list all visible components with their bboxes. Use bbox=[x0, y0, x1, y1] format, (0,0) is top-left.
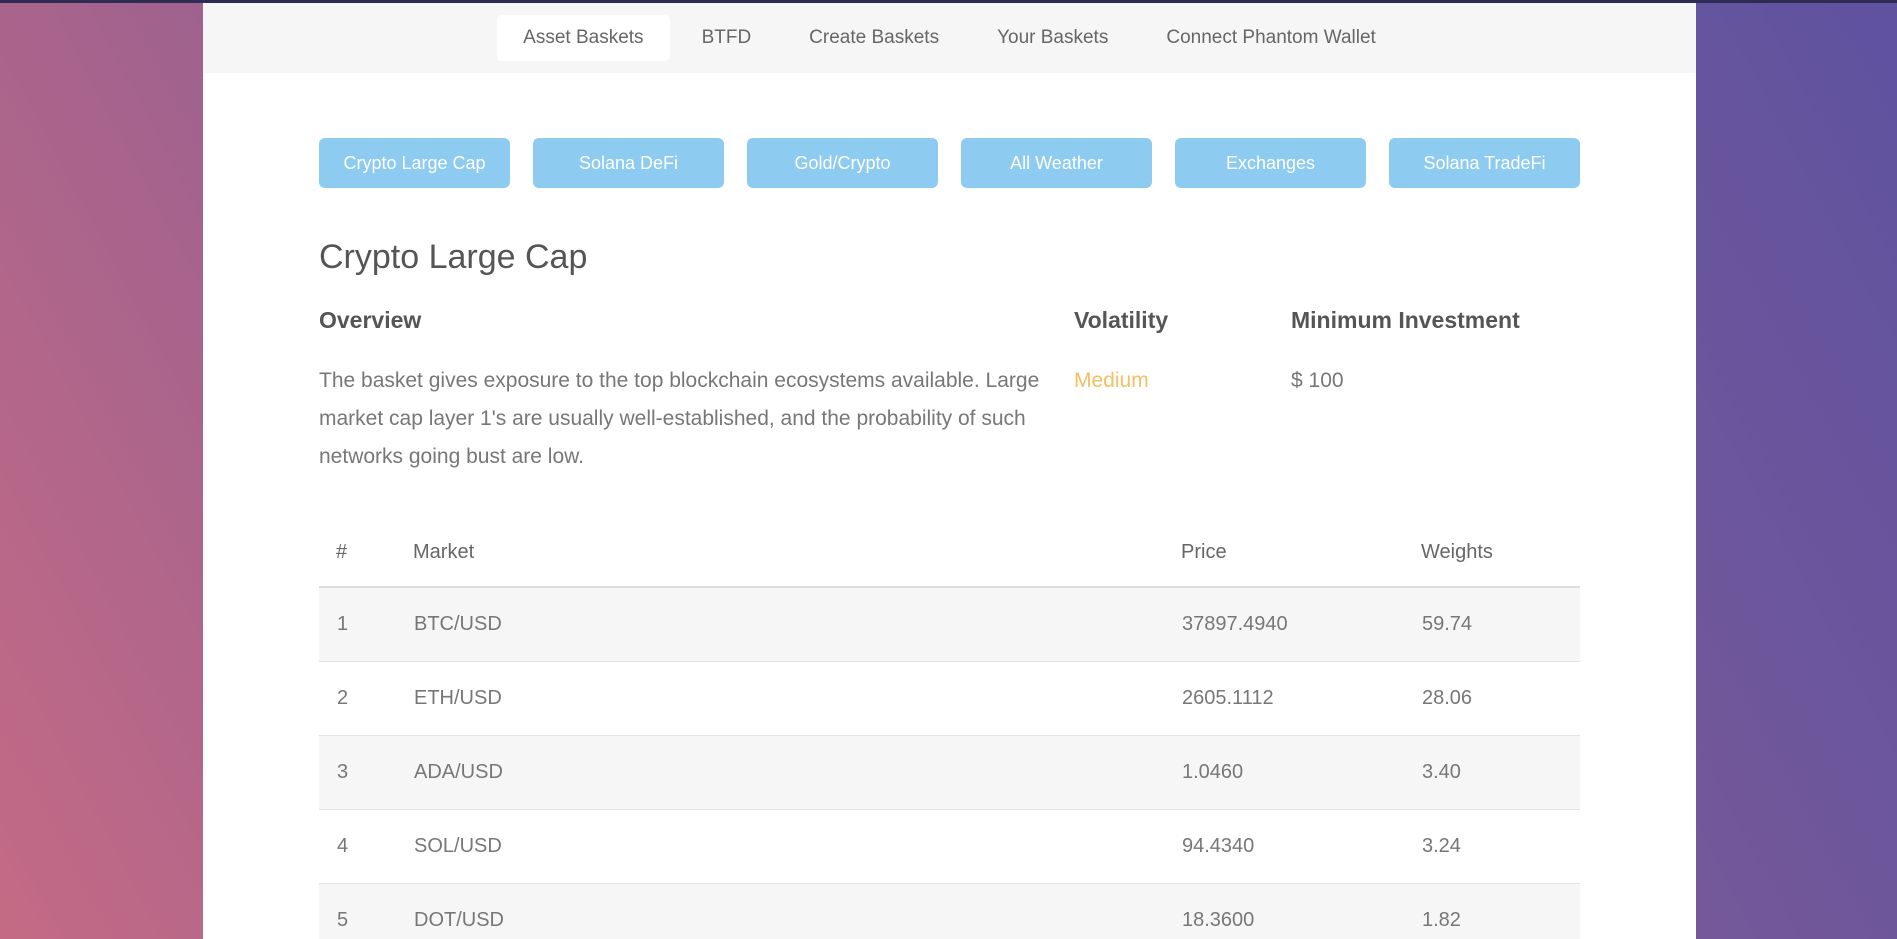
row-weight: 1.82 bbox=[1404, 883, 1580, 939]
row-number: 1 bbox=[319, 587, 396, 662]
row-weight: 28.06 bbox=[1404, 661, 1580, 736]
min-investment-value: $ 100 bbox=[1291, 369, 1344, 392]
header-weights: Weights bbox=[1404, 518, 1580, 588]
row-price: 18.3600 bbox=[1164, 883, 1404, 939]
table-header-row: # Market Price Weights bbox=[319, 518, 1580, 588]
row-weight: 59.74 bbox=[1404, 587, 1580, 662]
row-number: 2 bbox=[319, 661, 396, 736]
min-investment-section: Minimum Investment $ 100 bbox=[1291, 307, 1580, 400]
row-market: DOT/USD bbox=[396, 883, 1164, 939]
basket-button-gold-crypto[interactable]: Gold/Crypto bbox=[747, 138, 938, 188]
markets-table: # Market Price Weights 1 BTC/USD 37897.4… bbox=[319, 518, 1580, 939]
basket-button-exchanges[interactable]: Exchanges bbox=[1175, 138, 1366, 188]
table-row: 3 ADA/USD 1.0460 3.40 bbox=[319, 735, 1580, 810]
nav-create-baskets[interactable]: Create Baskets bbox=[783, 15, 965, 61]
nav-connect-phantom-wallet[interactable]: Connect Phantom Wallet bbox=[1140, 15, 1401, 61]
table-row: 4 SOL/USD 94.4340 3.24 bbox=[319, 809, 1580, 884]
header-market: Market bbox=[396, 518, 1164, 588]
basket-info: Overview The basket gives exposure to th… bbox=[319, 307, 1580, 507]
row-price: 94.4340 bbox=[1164, 809, 1404, 884]
nav-btfd[interactable]: BTFD bbox=[676, 15, 778, 61]
overview-heading: Overview bbox=[319, 307, 422, 333]
basket-button-solana-defi[interactable]: Solana DeFi bbox=[533, 138, 724, 188]
row-market: ADA/USD bbox=[396, 735, 1164, 810]
min-investment-heading: Minimum Investment bbox=[1291, 307, 1520, 333]
row-market: SOL/USD bbox=[396, 809, 1164, 884]
row-weight: 3.40 bbox=[1404, 735, 1580, 810]
basket-button-crypto-large-cap[interactable]: Crypto Large Cap bbox=[319, 138, 510, 188]
table-row: 2 ETH/USD 2605.1112 28.06 bbox=[319, 661, 1580, 736]
row-number: 3 bbox=[319, 735, 396, 810]
volatility-heading: Volatility bbox=[1074, 307, 1169, 333]
header-price: Price bbox=[1164, 518, 1404, 588]
row-number: 5 bbox=[319, 883, 396, 939]
volatility-value: Medium bbox=[1074, 369, 1149, 392]
overview-section: Overview The basket gives exposure to th… bbox=[319, 307, 1049, 476]
basket-selector: Crypto Large Cap Solana DeFi Gold/Crypto… bbox=[319, 138, 1580, 188]
row-price: 2605.1112 bbox=[1164, 661, 1404, 736]
nav-asset-baskets[interactable]: Asset Baskets bbox=[497, 15, 670, 61]
basket-title: Crypto Large Cap bbox=[319, 238, 588, 276]
row-weight: 3.24 bbox=[1404, 809, 1580, 884]
basket-content: Crypto Large Cap Solana DeFi Gold/Crypto… bbox=[319, 138, 1580, 507]
row-market: ETH/USD bbox=[396, 661, 1164, 736]
nav-your-baskets[interactable]: Your Baskets bbox=[971, 15, 1134, 61]
top-nav: Asset Baskets BTFD Create Baskets Your B… bbox=[203, 3, 1696, 73]
row-market: BTC/USD bbox=[396, 587, 1164, 662]
header-number: # bbox=[319, 518, 396, 588]
row-number: 4 bbox=[319, 809, 396, 884]
page-container: Asset Baskets BTFD Create Baskets Your B… bbox=[203, 3, 1696, 939]
basket-button-all-weather[interactable]: All Weather bbox=[961, 138, 1152, 188]
row-price: 1.0460 bbox=[1164, 735, 1404, 810]
overview-text: The basket gives exposure to the top blo… bbox=[319, 369, 1040, 468]
table-row: 1 BTC/USD 37897.4940 59.74 bbox=[319, 587, 1580, 662]
volatility-section: Volatility Medium bbox=[1074, 307, 1274, 400]
basket-button-solana-tradefi[interactable]: Solana TradeFi bbox=[1389, 138, 1580, 188]
table-row: 5 DOT/USD 18.3600 1.82 bbox=[319, 883, 1580, 939]
row-price: 37897.4940 bbox=[1164, 587, 1404, 662]
